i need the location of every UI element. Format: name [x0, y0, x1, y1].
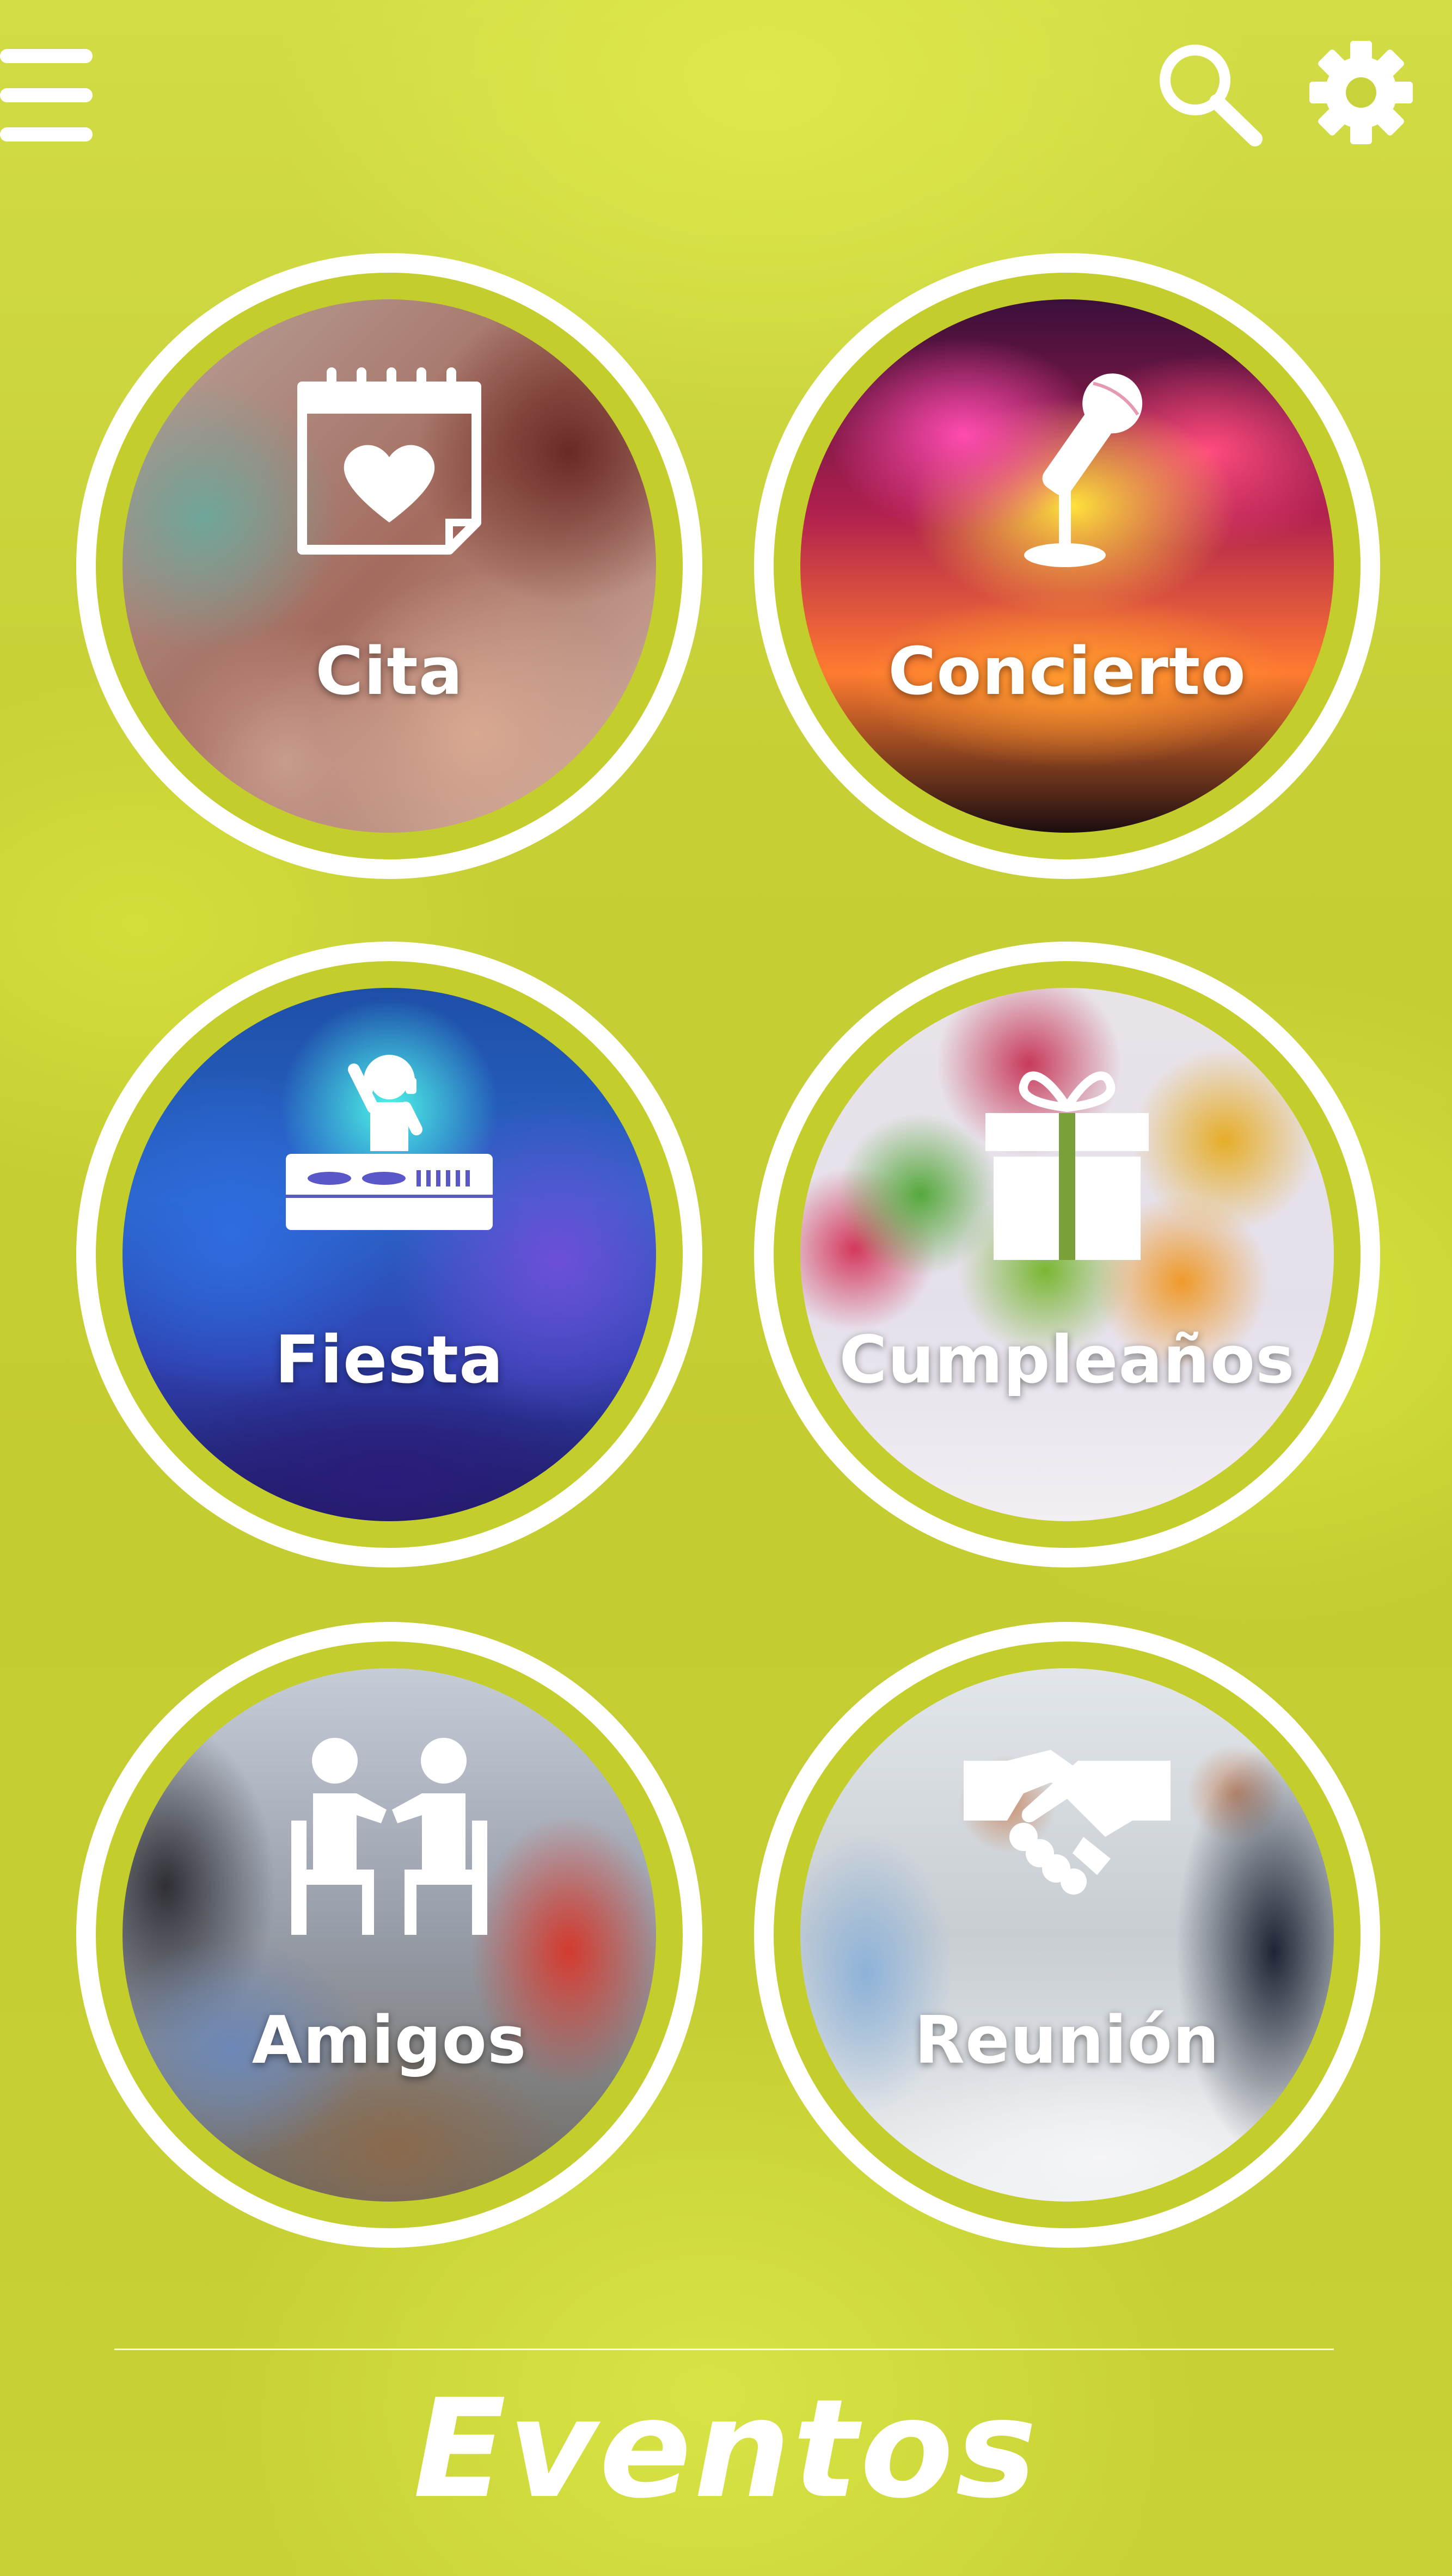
tile-label: Reunión: [914, 2003, 1220, 2079]
tile-label: Concierto: [888, 634, 1246, 710]
gear-icon[interactable]: [1307, 38, 1416, 147]
event-tile-reunion[interactable]: Reunión: [754, 1622, 1380, 2248]
calendar-heart-icon: [297, 367, 481, 555]
gift-icon: [985, 1071, 1149, 1260]
microphone-icon: [1024, 373, 1143, 567]
event-tile-fiesta[interactable]: Fiesta: [76, 942, 702, 1567]
tile-label: Cita: [315, 634, 463, 710]
dj-icon: [286, 1055, 493, 1230]
tile-label: Fiesta: [274, 1323, 504, 1398]
tile-label: Cumpleaños: [839, 1323, 1295, 1398]
search-icon[interactable]: [1154, 41, 1263, 150]
event-tile-amigos[interactable]: Amigos: [76, 1622, 702, 2248]
event-tile-cita[interactable]: Cita: [76, 253, 702, 879]
page-title: Eventos: [413, 2370, 1039, 2528]
event-tile-cumpleanos[interactable]: Cumpleaños: [754, 942, 1380, 1567]
event-tile-concierto[interactable]: Concierto: [754, 253, 1380, 879]
tile-label: Amigos: [252, 2003, 527, 2079]
hamburger-menu-icon[interactable]: [0, 49, 95, 142]
footer-divider: [114, 2348, 1334, 2350]
friends-talking-icon: [291, 1738, 487, 1935]
handshake-icon: [964, 1750, 1171, 1895]
